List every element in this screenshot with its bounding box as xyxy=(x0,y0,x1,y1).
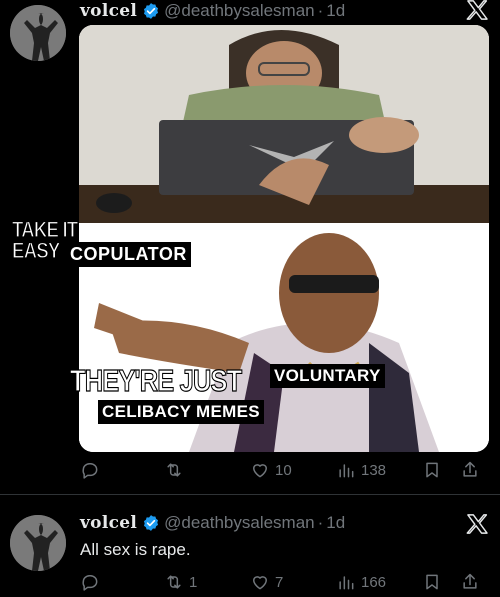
meme-top-panel xyxy=(79,25,489,223)
share-icon xyxy=(463,573,477,589)
views-icon xyxy=(339,576,354,590)
heart-icon xyxy=(253,464,267,478)
avatar[interactable] xyxy=(10,5,66,61)
retweet-icon xyxy=(167,463,181,477)
separator-dot: · xyxy=(317,513,324,532)
tweet-header: volcel @deathbysalesman · 1d xyxy=(80,0,345,22)
reply-button[interactable] xyxy=(80,460,100,480)
user-handle[interactable]: @deathbysalesman xyxy=(164,1,315,21)
timestamp[interactable]: 1d xyxy=(326,1,345,21)
tweet-actions: 10 138 xyxy=(80,460,495,484)
tweet[interactable]: volcel @deathbysalesman · 1d TAKE IT EAS… xyxy=(0,0,500,492)
verified-badge-icon xyxy=(144,3,159,19)
like-button[interactable]: 7 xyxy=(250,572,283,592)
like-count: 7 xyxy=(275,573,284,591)
bookmark-icon xyxy=(426,462,438,478)
user-handle[interactable]: @deathbysalesman xyxy=(164,513,315,533)
verified-badge-icon xyxy=(144,515,159,531)
bookmark-icon xyxy=(426,574,438,590)
caption-copulator: COPULATOR xyxy=(66,242,191,267)
bodybuilder-avatar-image xyxy=(10,515,66,571)
share-button[interactable] xyxy=(460,572,480,592)
tweet[interactable]: volcel @deathbysalesman · 1d All sex is … xyxy=(0,500,500,597)
like-button[interactable]: 10 xyxy=(250,460,292,480)
x-logo-icon xyxy=(466,514,488,534)
views-count: 166 xyxy=(361,573,387,591)
bookmark-button[interactable] xyxy=(422,572,442,592)
views-button[interactable]: 166 xyxy=(336,572,386,592)
retweet-button[interactable] xyxy=(164,460,189,480)
display-name[interactable]: volcel xyxy=(80,1,137,21)
views-button[interactable]: 138 xyxy=(336,460,386,480)
caption-theyre-just: THEY'RE JUST xyxy=(70,363,243,398)
retweet-count: 1 xyxy=(189,573,198,591)
bodybuilder-avatar-image xyxy=(10,5,66,61)
timestamp[interactable]: 1d xyxy=(326,513,345,533)
man-smashing-laptop-image xyxy=(79,25,489,223)
views-count: 138 xyxy=(361,461,387,479)
tweet-divider xyxy=(0,494,500,495)
retweet-button[interactable]: 1 xyxy=(164,572,197,592)
like-count: 10 xyxy=(275,461,292,479)
reply-icon xyxy=(82,463,98,479)
reply-button[interactable] xyxy=(80,572,100,592)
reply-icon xyxy=(82,575,98,591)
retweet-icon xyxy=(167,575,181,589)
caption-voluntary: VOLUNTARY xyxy=(270,364,385,388)
caption-celibacy-memes: CELIBACY MEMES xyxy=(98,400,264,424)
display-name[interactable]: volcel xyxy=(80,513,137,533)
avatar[interactable] xyxy=(10,515,66,571)
share-button[interactable] xyxy=(460,460,480,480)
views-icon xyxy=(339,464,354,478)
separator-dot: · xyxy=(317,1,324,20)
bookmark-button[interactable] xyxy=(422,460,442,480)
x-logo-icon xyxy=(466,0,488,20)
heart-icon xyxy=(253,576,267,590)
share-icon xyxy=(463,461,477,477)
tweet-text: All sex is rape. xyxy=(80,540,191,559)
tweet-header: volcel @deathbysalesman · 1d xyxy=(80,512,345,534)
tweet-actions: 1 7 166 xyxy=(80,572,495,596)
